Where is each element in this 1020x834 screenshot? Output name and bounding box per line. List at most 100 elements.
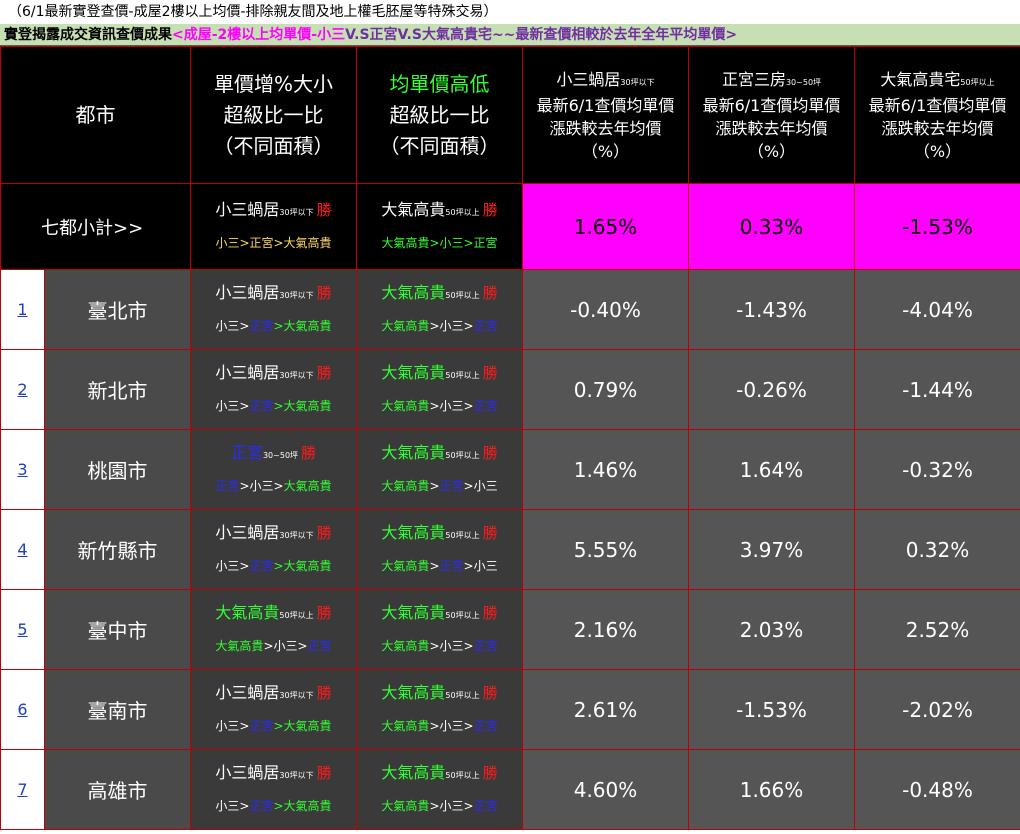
row-index-cell[interactable]: 3 xyxy=(0,429,45,510)
order-segment: >小三 xyxy=(463,479,498,493)
winner-growth: 正宮30~50坪勝正宮>小三>大氣高貴 xyxy=(190,429,357,510)
row-index-cell[interactable]: 5 xyxy=(0,589,45,670)
order-segment: 正宮 xyxy=(249,399,274,413)
header-col4-line: （%） xyxy=(747,141,796,161)
row-index-cell[interactable]: 7 xyxy=(0,749,45,830)
winner-sub: 30坪以下 xyxy=(279,371,314,380)
winner-sub: 30坪以下 xyxy=(279,291,314,300)
page-note: （6/1最新實登查價-成屋2樓以上均價-排除親友間及地上權毛胚屋等特殊交易） xyxy=(8,4,498,20)
row-index-cell[interactable]: 4 xyxy=(0,509,45,590)
header-col3-line: 最新6/1查價均單價 xyxy=(536,95,675,115)
order-segment: 正宮 xyxy=(249,559,274,573)
winner-order: 小三>正宮>大氣高貴 xyxy=(191,711,356,741)
row-index-cell[interactable]: 2 xyxy=(0,349,45,430)
header-col5-line: 最新6/1查價均單價 xyxy=(868,95,1007,115)
winner-name: 小三蝸居 xyxy=(215,363,280,382)
price-table: 都市 單價增%大小 超級比一比 （不同面積） 均單價高低 超級比一比 （不同面積… xyxy=(0,46,1020,830)
table-row: 3 桃園市 正宮30~50坪勝正宮>小三>大氣高貴 大氣高貴50坪以上勝大氣高貴>正宮… xyxy=(0,429,1020,510)
winner-sub: 30~50坪 xyxy=(262,451,299,460)
winner-sub: 50坪以上 xyxy=(445,691,480,700)
pct-small: 2.61% xyxy=(522,669,689,750)
row-index-link[interactable]: 6 xyxy=(17,700,27,719)
win-label: 勝 xyxy=(316,524,332,542)
order-segment: 小三> xyxy=(215,559,250,573)
win-label: 勝 xyxy=(482,444,498,462)
winner-sub: 50坪以上 xyxy=(445,531,480,540)
winner-price: 大氣高貴50坪以上勝大氣高貴>正宮>小三 xyxy=(356,509,523,590)
win-label: 勝 xyxy=(316,201,332,219)
table-row: 6 臺南市 小三蝸居30坪以下勝小三>正宮>大氣高貴 大氣高貴50坪以上勝大氣高貴>小… xyxy=(0,669,1020,750)
city-name: 新竹縣市 xyxy=(44,509,191,590)
order-segment: 小三> xyxy=(215,399,250,413)
pct-small: -0.40% xyxy=(522,269,689,350)
winner-price: 大氣高貴50坪以上勝大氣高貴>小三>正宮 xyxy=(356,749,523,830)
win-label: 勝 xyxy=(301,444,317,462)
table-row: 5 臺中市 大氣高貴50坪以上勝大氣高貴>小三>正宮 大氣高貴50坪以上勝大氣高貴>小… xyxy=(0,589,1020,670)
winner-sub: 50坪以上 xyxy=(279,611,314,620)
header-col3: 小三蝸居30坪以下 最新6/1查價均單價 漲跌較去年均價 （%） xyxy=(522,46,689,184)
city-name: 桃園市 xyxy=(44,429,191,510)
order-segment: 小三> xyxy=(215,799,250,813)
city-name: 臺北市 xyxy=(44,269,191,350)
row-index-cell[interactable]: 1 xyxy=(0,269,45,350)
win-label: 勝 xyxy=(316,604,332,622)
winner-growth: 小三蝸居30坪以下勝小三>正宮>大氣高貴 xyxy=(190,669,357,750)
table-row: 7 高雄市 小三蝸居30坪以下勝小三>正宮>大氣高貴 大氣高貴50坪以上勝大氣高貴>小… xyxy=(0,749,1020,830)
header-col1: 單價增%大小 超級比一比 （不同面積） xyxy=(190,46,357,184)
header-col5-line: 漲跌較去年均價 xyxy=(881,118,994,138)
order-segment: >小三> xyxy=(429,719,474,733)
header-col5-title: 大氣高貴宅 xyxy=(880,69,961,89)
winner-sub: 50坪以上 xyxy=(445,771,480,780)
row-index-link[interactable]: 1 xyxy=(17,300,27,319)
pct-small: 0.79% xyxy=(522,349,689,430)
win-label: 勝 xyxy=(482,364,498,382)
row-index-link[interactable]: 5 xyxy=(17,620,27,639)
order-segment: 大氣高貴 xyxy=(381,639,430,653)
banner-part3: V.S正宮V.S大氣高貴宅~~最新查價相較於去年全年平均單價> xyxy=(345,27,738,43)
pct-large: -2.02% xyxy=(854,669,1020,750)
winner-sub: 50坪以上 xyxy=(445,208,480,217)
header-col4-title: 正宮三房 xyxy=(721,69,786,89)
table-row: 1 臺北市 小三蝸居30坪以下勝小三>正宮>大氣高貴 大氣高貴50坪以上勝大氣高貴>小… xyxy=(0,269,1020,350)
row-index-link[interactable]: 4 xyxy=(17,540,27,559)
header-col1-line: 單價增%大小 xyxy=(213,71,333,96)
winner-name: 大氣高貴 xyxy=(381,283,446,302)
winner-name: 大氣高貴 xyxy=(381,200,446,219)
summary-winner-growth: 小三蝸居30坪以下勝 小三>正宮>大氣高貴 xyxy=(190,183,357,270)
winner-order: 正宮>小三>大氣高貴 xyxy=(191,471,356,501)
order-segment: 大氣高貴 xyxy=(283,479,332,493)
row-index-link[interactable]: 2 xyxy=(17,380,27,399)
order-segment: 正宮 xyxy=(473,319,498,333)
order-segment: 小三> xyxy=(215,719,250,733)
winner-order: 大氣高貴>正宮>小三 xyxy=(357,551,522,581)
order-segment: > xyxy=(429,479,440,493)
pct-small: 4.60% xyxy=(522,749,689,830)
winner-order: 小三>正宮>大氣高貴 xyxy=(191,551,356,581)
pct-mid: 1.66% xyxy=(688,749,855,830)
row-index-link[interactable]: 7 xyxy=(17,780,27,799)
order-segment: 小三> xyxy=(215,319,250,333)
order-segment: >小三> xyxy=(429,799,474,813)
winner-order: 大氣高貴>小三>正宮 xyxy=(357,311,522,341)
summary-pct-mid: 0.33% xyxy=(688,183,855,270)
winner-order: 小三>正宮>大氣高貴 xyxy=(191,391,356,421)
winner-growth: 小三蝸居30坪以下勝小三>正宮>大氣高貴 xyxy=(190,269,357,350)
winner-name: 大氣高貴 xyxy=(381,683,446,702)
win-label: 勝 xyxy=(482,604,498,622)
winner-order: 大氣高貴>小三>正宮 xyxy=(381,236,498,250)
order-segment: >小三> xyxy=(429,319,474,333)
winner-sub: 50坪以上 xyxy=(445,451,480,460)
order-segment: >小三> xyxy=(239,479,284,493)
table-row: 2 新北市 小三蝸居30坪以下勝小三>正宮>大氣高貴 大氣高貴50坪以上勝大氣高貴>小… xyxy=(0,349,1020,430)
pct-large: -1.44% xyxy=(854,349,1020,430)
order-segment: 大氣高貴 xyxy=(381,799,430,813)
winner-name: 大氣高貴 xyxy=(381,443,446,462)
row-index-cell[interactable]: 6 xyxy=(0,669,45,750)
order-segment: 大氣高貴 xyxy=(381,479,430,493)
win-label: 勝 xyxy=(482,201,498,219)
winner-price: 大氣高貴50坪以上勝大氣高貴>小三>正宮 xyxy=(356,589,523,670)
city-name: 臺中市 xyxy=(44,589,191,670)
winner-sub: 50坪以上 xyxy=(445,291,480,300)
row-index-link[interactable]: 3 xyxy=(17,460,27,479)
order-segment: 大氣高貴 xyxy=(381,719,430,733)
